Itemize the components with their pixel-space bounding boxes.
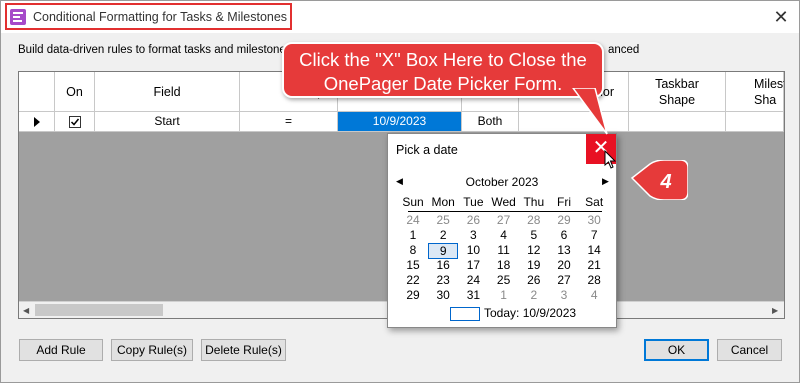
checked-checkbox-icon[interactable] [68,116,81,128]
calendar-day[interactable]: 25 [428,213,458,228]
delete-rules-button[interactable]: Delete Rule(s) [201,339,286,361]
callout-line-1: Click the "X" Box Here to Close the [299,49,587,70]
date-value-cell[interactable]: 10/9/2023 [338,112,462,132]
today-link[interactable]: Today: 10/9/2023 [484,306,576,320]
calendar-day[interactable]: 19 [519,258,549,273]
milestone-shape-cell[interactable] [726,112,784,132]
column-header-taskbar-shape-label: Taskbar Shape [655,76,699,107]
calendar-day[interactable]: 4 [489,228,519,243]
calendar-day[interactable]: 7 [579,228,609,243]
row-selector[interactable] [19,112,55,132]
calendar-day[interactable]: 13 [549,243,579,258]
weekday-label: Fri [557,195,571,209]
calendar-day[interactable]: 26 [519,273,549,288]
column-header-field[interactable]: Field [95,72,240,112]
taskbar-shape-cell[interactable] [629,112,726,132]
window-title: Conditional Formatting for Tasks & Miles… [33,10,288,24]
calendar-day[interactable]: 21 [579,258,609,273]
calendar-day[interactable]: 18 [489,258,519,273]
calendar-day[interactable]: 20 [549,258,579,273]
calendar-day[interactable]: 31 [458,288,488,303]
app-icon [10,9,26,25]
weekday-label: Sun [402,195,424,209]
field-cell[interactable]: Start [95,112,240,132]
calendar-day[interactable]: 29 [549,213,579,228]
calendar-day[interactable]: 8 [398,243,428,258]
window-close-icon[interactable]: ✕ [771,7,791,27]
calendar-day[interactable]: 28 [579,273,609,288]
step-number-badge: 4 [630,160,688,200]
calendar-day[interactable]: 10 [458,243,488,258]
instructions-text-tail: anced [608,44,640,56]
date-picker-form: Pick a date ✕ ◀ October 2023 ▶ Sun Mon Tue… [387,133,617,328]
calendar-day[interactable]: 14 [579,243,609,258]
mouse-cursor-icon [604,150,617,169]
calendar-day[interactable]: 30 [428,288,458,303]
on-checkbox-cell[interactable] [55,112,95,132]
scrollbar-thumb[interactable] [35,304,163,316]
calendar-day[interactable]: 23 [428,273,458,288]
calendar-day[interactable]: 24 [458,273,488,288]
scroll-right-icon[interactable]: ▶ [772,306,778,315]
column-header-on[interactable]: On [55,72,95,112]
weekday-label: Mon [431,195,455,209]
title-bar: Conditional Formatting for Tasks & Miles… [1,1,799,33]
row-header-corner [19,72,55,112]
calendar-day[interactable]: 22 [398,273,428,288]
column-header-milestone-shape-label: Milest Sha [754,76,785,107]
calendar-day[interactable]: 9 [428,243,459,259]
calendar-day[interactable]: 1 [489,288,519,303]
weekday-label: Sat [585,195,604,209]
instruction-callout: Click the "X" Box Here to Close the OneP… [282,42,604,98]
calendar-day[interactable]: 12 [519,243,549,258]
calendar-day[interactable]: 11 [489,243,519,258]
instructions-text: Build data-driven rules to format tasks … [18,44,286,56]
column-header-milestone-shape[interactable]: Milest Sha [726,72,784,112]
calendar-day[interactable]: 24 [398,213,428,228]
calendar-day[interactable]: 4 [579,288,609,303]
ok-button[interactable]: OK [644,339,709,361]
calendar-day[interactable]: 6 [549,228,579,243]
weekday-label: Tue [463,195,484,209]
callout-pointer-icon [572,88,608,135]
calendar-day[interactable]: 2 [519,288,549,303]
calendar-day[interactable]: 1 [398,228,428,243]
copy-rules-button[interactable]: Copy Rule(s) [111,339,193,361]
calendar-day[interactable]: 3 [549,288,579,303]
apply-to-cell[interactable]: Both [462,112,519,132]
weekday-label: Wed [491,195,516,209]
calendar-day[interactable]: 30 [579,213,609,228]
scroll-left-icon[interactable]: ◀ [23,306,29,315]
row-pointer-icon [33,117,40,127]
calendar-day[interactable]: 15 [398,258,428,273]
next-month-icon[interactable]: ▶ [602,176,609,187]
today-marker-icon [450,307,480,321]
weekday-divider [408,211,602,212]
calendar-day[interactable]: 17 [458,258,488,273]
date-picker-title: Pick a date [396,143,458,157]
calendar-month-label[interactable]: October 2023 [388,175,616,189]
calendar-day[interactable]: 3 [458,228,488,243]
calendar-day[interactable]: 2 [428,228,458,243]
operator-cell[interactable]: = [240,112,338,132]
calendar-day[interactable]: 25 [489,273,519,288]
step-number-label: 4 [659,171,671,193]
calendar-day[interactable]: 28 [519,213,549,228]
calendar-day[interactable]: 16 [428,258,458,273]
calendar-day[interactable]: 26 [458,213,488,228]
cancel-button[interactable]: Cancel [717,339,782,361]
calendar-day[interactable]: 27 [549,273,579,288]
calendar-day[interactable]: 27 [489,213,519,228]
calendar-day[interactable]: 5 [519,228,549,243]
callout-line-2: OnePager Date Picker Form. [323,73,563,94]
weekday-label: Thu [523,195,545,209]
calendar-day[interactable]: 29 [398,288,428,303]
column-header-taskbar-shape[interactable]: Taskbar Shape [629,72,726,112]
add-rule-button[interactable]: Add Rule [19,339,103,361]
